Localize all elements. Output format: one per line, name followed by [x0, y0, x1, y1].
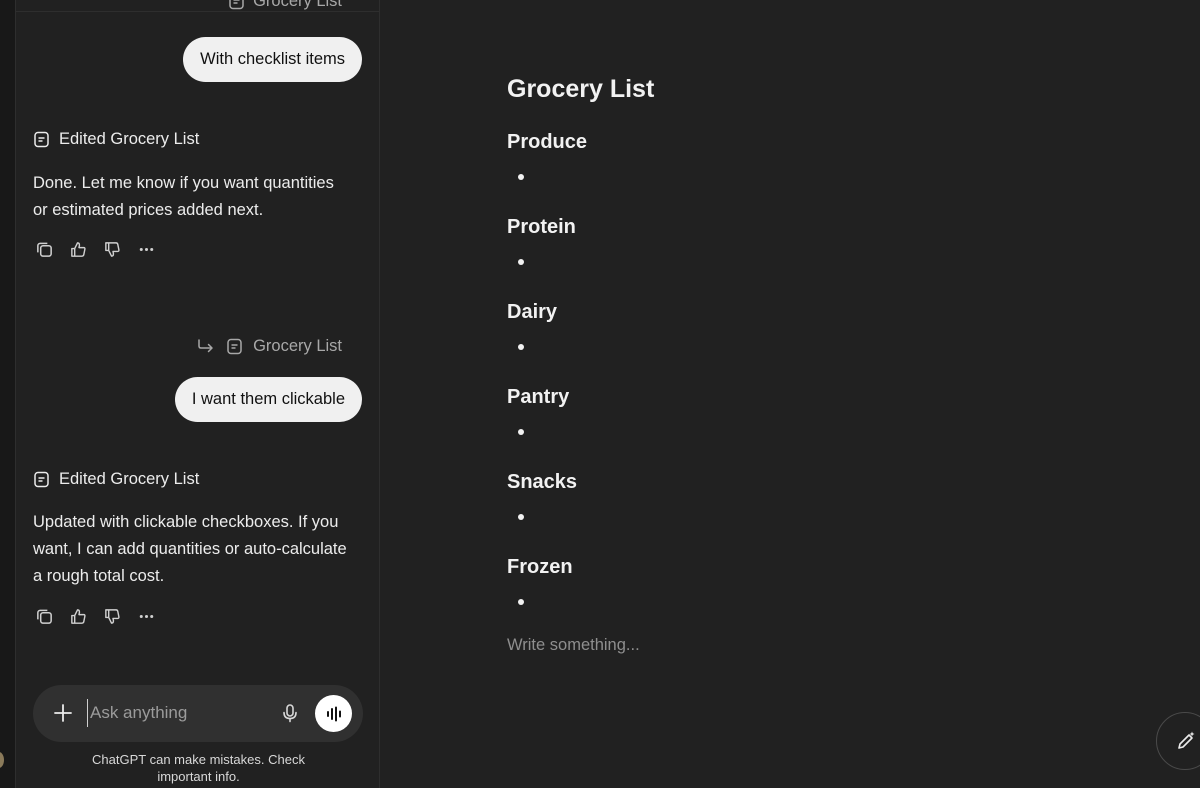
voice-mode-button[interactable]	[315, 695, 352, 732]
empty-list-item[interactable]	[518, 259, 524, 265]
plus-icon[interactable]	[51, 701, 75, 725]
empty-list-item[interactable]	[518, 514, 524, 520]
canvas-document[interactable]: Grocery List Produce Protein Dairy Pantr…	[381, 0, 1200, 788]
section-heading[interactable]: Snacks	[507, 471, 577, 494]
thumbs-up-icon[interactable]	[67, 605, 89, 627]
canvas-reference-label: Grocery List	[253, 337, 342, 355]
section-heading[interactable]: Produce	[507, 131, 587, 154]
copy-icon[interactable]	[33, 238, 55, 260]
assistant-message: Done. Let me know if you want quantities…	[33, 170, 368, 224]
waveform-icon	[326, 706, 341, 721]
user-message: With checklist items	[183, 37, 362, 82]
section-heading[interactable]: Dairy	[507, 301, 557, 324]
assistant-message: Updated with clickable checkboxes. If yo…	[33, 509, 368, 590]
section-heading[interactable]: Protein	[507, 216, 576, 239]
message-line: a rough total cost.	[33, 567, 165, 585]
message-line: want, I can add quantities or auto-calcu…	[33, 540, 347, 558]
disclaimer-line: important info.	[157, 768, 240, 784]
document-title[interactable]: Grocery List	[507, 75, 654, 104]
message-line: Done. Let me know if you want quantities	[33, 174, 334, 192]
document-icon	[33, 471, 50, 488]
chat-pane: Grocery List With checklist items Edited…	[16, 0, 380, 788]
disclaimer: ChatGPT can make mistakes. Check importa…	[76, 752, 321, 785]
section-heading[interactable]: Pantry	[507, 386, 569, 409]
message-line: Updated with clickable checkboxes. If yo…	[33, 513, 339, 531]
chat-input[interactable]	[87, 699, 267, 727]
reply-arrow-icon	[196, 338, 216, 355]
canvas-reference-label: Grocery List	[253, 0, 342, 10]
message-actions	[33, 238, 157, 260]
more-icon[interactable]	[135, 605, 157, 627]
empty-list-item[interactable]	[518, 429, 524, 435]
disclaimer-line: ChatGPT can make mistakes. Check	[92, 752, 305, 767]
document-placeholder[interactable]: Write something...	[507, 636, 640, 655]
pencil-sparkle-icon	[1178, 731, 1195, 749]
composer	[33, 685, 363, 742]
edited-label: Edited Grocery List	[59, 130, 200, 148]
document-icon	[226, 338, 243, 355]
thumbs-up-icon[interactable]	[67, 238, 89, 260]
copy-icon[interactable]	[33, 605, 55, 627]
canvas-reference[interactable]: Grocery List	[196, 337, 342, 356]
empty-list-item[interactable]	[518, 174, 524, 180]
divider	[16, 11, 379, 12]
document-icon	[228, 0, 245, 10]
avatar[interactable]	[0, 752, 4, 768]
section-heading[interactable]: Frozen	[507, 556, 573, 579]
canvas-reference-top[interactable]: Grocery List	[228, 0, 342, 11]
user-message: I want them clickable	[174, 377, 362, 422]
left-rail	[0, 0, 16, 788]
empty-list-item[interactable]	[518, 344, 524, 350]
more-icon[interactable]	[135, 238, 157, 260]
thumbs-down-icon[interactable]	[101, 238, 123, 260]
edited-label: Edited Grocery List	[59, 470, 200, 488]
edited-document-indicator[interactable]: Edited Grocery List	[33, 470, 199, 489]
message-actions	[33, 605, 157, 627]
message-line: or estimated prices added next.	[33, 201, 264, 219]
document-icon	[33, 131, 50, 148]
thumbs-down-icon[interactable]	[101, 605, 123, 627]
microphone-icon[interactable]	[279, 702, 301, 724]
empty-list-item[interactable]	[518, 599, 524, 605]
edited-document-indicator[interactable]: Edited Grocery List	[33, 130, 199, 149]
